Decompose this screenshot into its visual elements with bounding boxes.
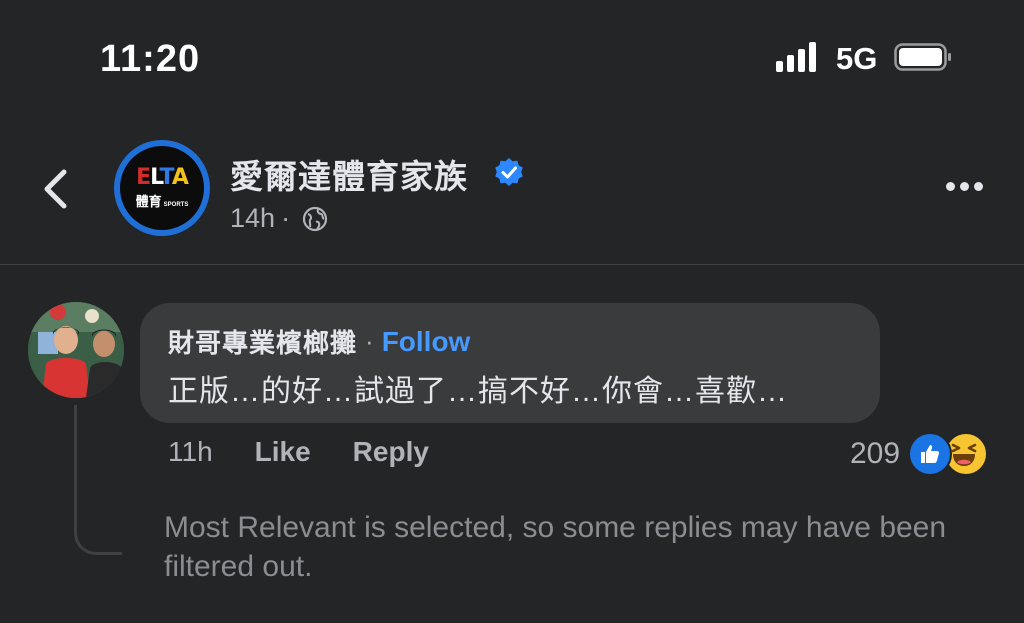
filter-notice: Most Relevant is selected, so some repli…: [164, 511, 947, 583]
comment-age: 11h: [168, 436, 213, 467]
back-chevron-icon[interactable]: [40, 168, 70, 210]
page-name[interactable]: 愛爾達體育家族: [230, 150, 468, 198]
network-label: 5G: [836, 41, 878, 76]
post-meta: 14h ·: [230, 203, 328, 234]
comment-actions: 11h Like Reply: [168, 436, 471, 468]
post-age: 14h: [230, 203, 276, 233]
post-comments-screen: 11:20 5G ELTA 體育 SPORTS 愛爾達體育家族 14h · 財哥…: [0, 0, 1024, 623]
meta-separator: ·: [281, 203, 291, 233]
elta-logo: ELTA 體育 SPORTS: [120, 146, 204, 230]
like-reaction-icon: [908, 432, 953, 476]
reaction-summary[interactable]: 209: [850, 432, 989, 476]
reaction-count: 209: [850, 437, 901, 470]
commenter-avatar[interactable]: [28, 302, 124, 398]
comment-bubble[interactable]: 財哥專業檳榔攤 · Follow 正版…的好…試過了…搞不好…你會…喜歡…: [140, 303, 880, 423]
status-time: 11:20: [100, 38, 201, 80]
like-button[interactable]: Like: [255, 436, 311, 468]
globe-icon: [302, 206, 328, 231]
comment-header: 財哥專業檳榔攤 · Follow: [168, 323, 852, 360]
comment-author[interactable]: 財哥專業檳榔攤: [168, 323, 357, 360]
avatar-photo: [28, 302, 124, 398]
reply-button[interactable]: Reply: [353, 436, 429, 468]
comment-text: 正版…的好…試過了…搞不好…你會…喜歡…: [168, 375, 788, 408]
author-separator: ·: [365, 326, 374, 356]
more-options-icon[interactable]: [946, 182, 983, 191]
verified-badge-icon: [495, 158, 523, 186]
follow-button[interactable]: Follow: [382, 326, 471, 358]
page-avatar[interactable]: ELTA 體育 SPORTS: [114, 140, 210, 236]
reply-thread-line: [74, 405, 122, 555]
battery-icon: [894, 43, 951, 71]
header-divider: [0, 264, 1024, 265]
signal-icon: [776, 42, 816, 72]
